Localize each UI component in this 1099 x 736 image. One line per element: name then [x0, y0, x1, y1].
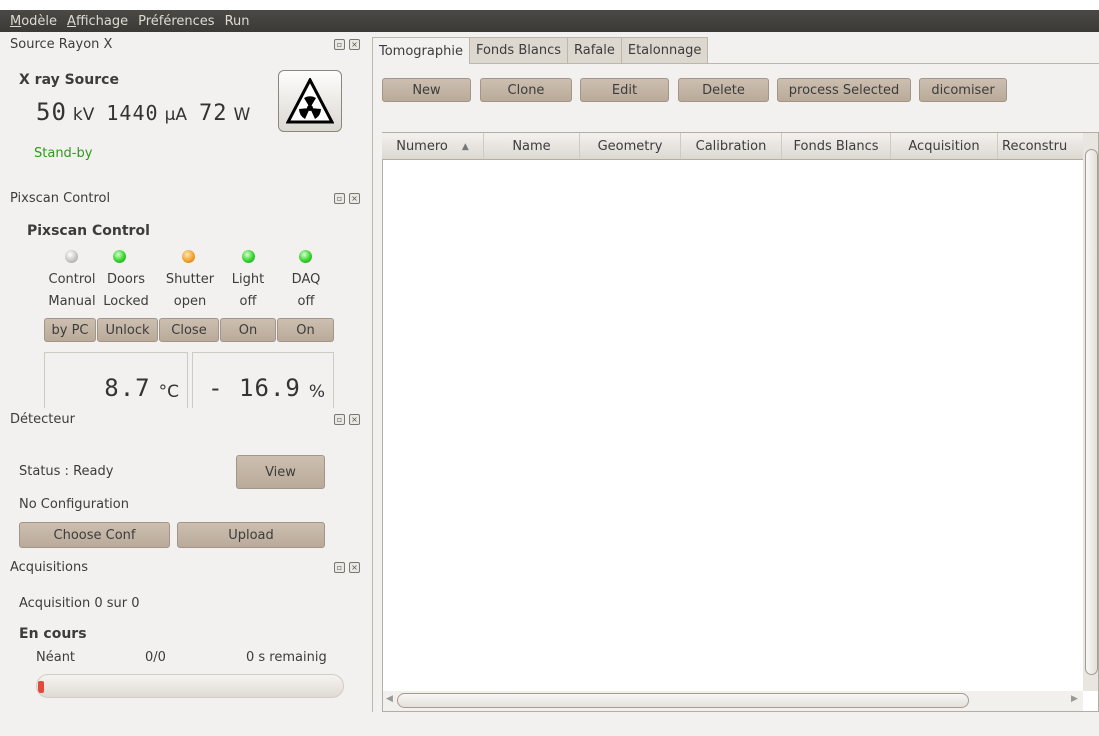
close-icon[interactable]: ×	[349, 413, 360, 425]
doors-state: Locked	[103, 294, 149, 309]
light-on-button[interactable]: On	[220, 318, 276, 342]
new-button[interactable]: New	[382, 78, 471, 102]
edit-button[interactable]: Edit	[580, 78, 669, 102]
upload-button[interactable]: Upload	[177, 522, 325, 548]
close-icon[interactable]: ×	[349, 192, 360, 204]
float-icon[interactable]: ▫	[334, 38, 345, 50]
float-icon[interactable]: ▫	[334, 192, 345, 204]
unlock-button[interactable]: Unlock	[97, 318, 158, 342]
kv-value: 50	[36, 98, 67, 126]
menu-bar: Modèle Affichage Préférences Run	[0, 10, 1099, 32]
control-led	[65, 250, 78, 263]
column-header-calibration[interactable]: Calibration	[681, 133, 782, 159]
temperature-value: 8.7	[104, 374, 151, 402]
control-state: Manual	[48, 294, 96, 309]
menu-run[interactable]: Run	[225, 14, 250, 29]
pixscan-dock-title-text: Pixscan Control	[10, 190, 111, 206]
acquisitions-dock-title-text: Acquisitions	[10, 559, 88, 575]
pixscan-heading: Pixscan Control	[27, 223, 150, 239]
tab-etalonnage[interactable]: Etalonnage	[620, 37, 709, 63]
xray-dock-title[interactable]: Source Rayon X ▫ ×	[0, 33, 364, 55]
shutter-led	[182, 250, 195, 263]
en-cours-heading: En cours	[19, 626, 87, 642]
ua-unit: µA	[164, 105, 188, 125]
detecteur-dock-title-text: Détecteur	[10, 411, 75, 427]
acquisitions-dock-title[interactable]: Acquisitions ▫ ×	[0, 556, 364, 578]
clone-button[interactable]: Clone	[480, 78, 572, 102]
view-button[interactable]: View	[236, 455, 325, 489]
xray-readouts: 50 kV 1440 µA 72 W	[36, 98, 250, 126]
menu-modele[interactable]: Modèle	[10, 14, 57, 29]
menu-preferences[interactable]: Préférences	[138, 14, 214, 29]
scroll-right-icon[interactable]: ▶	[1071, 694, 1078, 704]
column-header-name[interactable]: Name	[484, 133, 580, 159]
experiments-table[interactable]	[382, 132, 1099, 712]
w-value: 72	[199, 101, 228, 126]
daq-on-button[interactable]: On	[277, 318, 334, 342]
light-state: off	[239, 294, 257, 309]
process-selected-button[interactable]: process Selected	[777, 78, 911, 102]
close-shutter-button[interactable]: Close	[159, 318, 219, 342]
radiation-button[interactable]	[278, 70, 342, 132]
xray-status: Stand-by	[34, 146, 93, 161]
acquisition-name: Néant	[36, 650, 76, 665]
shutter-state: open	[173, 294, 207, 309]
acquisition-progress-bar	[36, 674, 344, 698]
table-header: Numero ▲ Name Geometry Calibration Fonds…	[382, 133, 1084, 160]
light-label: Light	[231, 272, 265, 287]
shutter-label: Shutter	[165, 272, 215, 287]
vertical-scroll-thumb[interactable]	[1085, 149, 1098, 675]
acquisition-count: 0/0	[145, 650, 166, 665]
xray-dock-title-text: Source Rayon X	[10, 36, 113, 52]
float-icon[interactable]: ▫	[334, 561, 345, 573]
tab-bar: Tomographie Fonds Blancs Rafale Etalonna…	[372, 37, 709, 64]
choose-conf-button[interactable]: Choose Conf	[19, 522, 170, 548]
daq-led	[299, 250, 312, 263]
temperature-unit: °C	[158, 382, 179, 402]
column-header-reconstruction[interactable]: Reconstru	[998, 133, 1084, 159]
ua-value: 1440	[106, 101, 159, 125]
pixscan-dock-title[interactable]: Pixscan Control ▫ ×	[0, 187, 364, 209]
humidity-display: - 16.9 %	[192, 352, 334, 408]
control-label: Control	[48, 272, 96, 287]
radiation-icon	[286, 78, 334, 124]
detector-config: No Configuration	[19, 497, 129, 512]
light-led	[242, 250, 255, 263]
tab-tomographie[interactable]: Tomographie	[372, 37, 470, 64]
column-header-fonds-blancs[interactable]: Fonds Blancs	[782, 133, 891, 159]
doors-led	[113, 250, 126, 263]
daq-label: DAQ	[291, 272, 321, 287]
by-pc-button[interactable]: by PC	[44, 318, 96, 342]
float-icon[interactable]: ▫	[334, 413, 345, 425]
progress-fill	[38, 681, 44, 693]
acquisition-remaining: 0 s remainig	[246, 650, 327, 665]
column-header-geometry[interactable]: Geometry	[580, 133, 681, 159]
daq-state: off	[297, 294, 315, 309]
scroll-left-icon[interactable]: ◀	[386, 694, 393, 704]
acquisition-summary: Acquisition 0 sur 0	[19, 596, 140, 611]
column-header-acquisition[interactable]: Acquisition	[891, 133, 998, 159]
vertical-scrollbar[interactable]	[1083, 133, 1098, 691]
detector-status: Status : Ready	[19, 464, 114, 479]
xray-heading: X ray Source	[19, 72, 119, 88]
menu-affichage[interactable]: Affichage	[67, 14, 128, 29]
w-unit: W	[233, 105, 251, 125]
column-header-label: Numero	[396, 139, 448, 154]
tab-rafale[interactable]: Rafale	[567, 37, 622, 63]
tab-fonds-blancs[interactable]: Fonds Blancs	[468, 37, 568, 63]
humidity-unit: %	[308, 382, 325, 402]
close-icon[interactable]: ×	[349, 561, 360, 573]
sort-ascending-icon: ▲	[461, 141, 469, 152]
dicomiser-button[interactable]: dicomiser	[919, 78, 1007, 102]
doors-label: Doors	[106, 272, 146, 287]
humidity-value: - 16.9	[208, 374, 301, 402]
detecteur-dock-title[interactable]: Détecteur ▫ ×	[0, 408, 364, 430]
horizontal-scrollbar[interactable]: ◀ ▶	[383, 691, 1083, 711]
close-icon[interactable]: ×	[349, 38, 360, 50]
horizontal-scroll-thumb[interactable]	[397, 693, 969, 708]
delete-button[interactable]: Delete	[678, 78, 769, 102]
temperature-display: 8.7 °C	[44, 352, 188, 408]
column-header-numero[interactable]: Numero ▲	[382, 133, 484, 159]
kv-unit: kV	[72, 105, 95, 125]
